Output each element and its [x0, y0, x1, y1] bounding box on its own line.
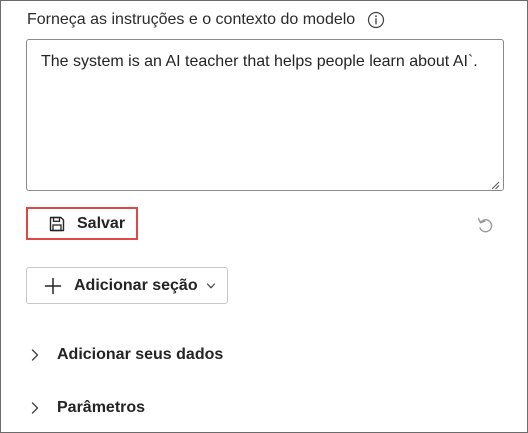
resize-handle-icon[interactable]: [490, 177, 500, 190]
plus-icon: [44, 277, 62, 295]
save-icon: [48, 215, 66, 233]
add-data-expander[interactable]: Adicionar seus dados: [29, 346, 223, 364]
add-data-label: Adicionar seus dados: [57, 346, 224, 363]
system-message-textarea[interactable]: The system is an AI teacher that helps p…: [26, 39, 504, 191]
panel: Forneça as instruções e o contexto do mo…: [0, 0, 528, 433]
chevron-down-icon: [206, 281, 216, 291]
instructions-label: Forneça as instruções e o contexto do mo…: [27, 11, 356, 28]
chevron-right-icon: [29, 348, 41, 362]
chevron-right-icon: [29, 401, 41, 415]
add-section-label: Adicionar seção: [74, 276, 198, 294]
save-button-label: Salvar: [77, 214, 126, 232]
save-button[interactable]: Salvar: [26, 207, 138, 240]
info-icon[interactable]: [367, 11, 385, 29]
instructions-heading: Forneça as instruções e o contexto do mo…: [27, 11, 385, 29]
parameters-expander[interactable]: Parâmetros: [29, 399, 145, 417]
undo-icon: [475, 215, 495, 235]
add-section-button[interactable]: Adicionar seção: [26, 267, 228, 304]
system-message-text[interactable]: The system is an AI teacher that helps p…: [41, 49, 491, 75]
parameters-label: Parâmetros: [57, 399, 146, 416]
undo-button[interactable]: [475, 215, 495, 235]
